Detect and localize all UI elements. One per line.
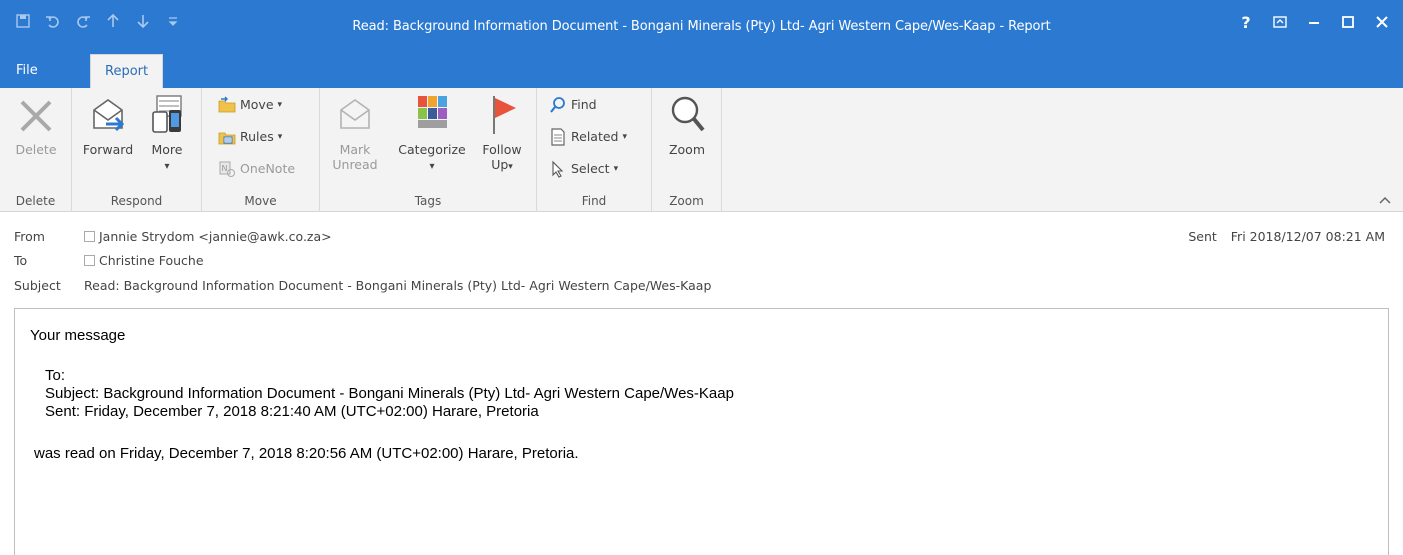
group-find: Find Related ▾ Select ▾ Find bbox=[537, 88, 652, 212]
tab-file[interactable]: File bbox=[2, 54, 52, 88]
categorize-icon bbox=[418, 96, 447, 128]
cursor-icon bbox=[552, 160, 564, 178]
group-zoom: Zoom Zoom bbox=[652, 88, 722, 212]
sent-label: Sent bbox=[1188, 229, 1217, 244]
body-subject-line: Subject: Background Information Document… bbox=[45, 385, 734, 402]
find-icon bbox=[550, 97, 565, 113]
group-label-respond: Respond bbox=[110, 194, 163, 208]
ribbon-display-icon bbox=[1273, 16, 1287, 28]
ribbon-tabs: File Report bbox=[0, 54, 1403, 88]
move-button[interactable]: Move ▾ bbox=[218, 92, 282, 118]
tab-report[interactable]: Report bbox=[90, 54, 164, 88]
collapse-ribbon-button[interactable] bbox=[1379, 193, 1391, 207]
group-tags: Mark Unread Categorize ▾ Follow Up▾ Tags bbox=[320, 88, 537, 212]
find-button[interactable]: Find bbox=[549, 92, 597, 118]
related-icon bbox=[551, 128, 565, 146]
group-label-find: Find bbox=[581, 194, 607, 208]
mark-unread-icon bbox=[340, 99, 370, 129]
more-respond-icon bbox=[152, 95, 182, 133]
group-move: Move ▾ Rules ▾ N OneNote Move bbox=[202, 88, 320, 212]
rules-icon bbox=[218, 132, 236, 145]
group-label-tags: Tags bbox=[414, 194, 442, 208]
window-controls: ? bbox=[1229, 8, 1399, 38]
to-label: To bbox=[14, 253, 28, 268]
rules-button[interactable]: Rules ▾ bbox=[218, 124, 282, 150]
subject-label: Subject bbox=[14, 278, 61, 293]
maximize-button[interactable] bbox=[1331, 8, 1365, 38]
body-your-message: Your message bbox=[30, 327, 126, 344]
mark-unread-button[interactable]: Mark Unread bbox=[330, 92, 380, 172]
more-respond-button[interactable]: More ▾ bbox=[142, 92, 192, 172]
body-to-line: To: bbox=[45, 367, 66, 384]
from-label: From bbox=[14, 229, 45, 244]
forward-button[interactable]: Forward bbox=[80, 92, 136, 157]
window-title: Read: Background Information Document - … bbox=[352, 19, 1051, 34]
move-folder-icon bbox=[218, 96, 236, 113]
group-label-zoom: Zoom bbox=[669, 194, 704, 208]
from-value[interactable]: Jannie Strydom <jannie@awk.co.za> bbox=[99, 229, 332, 244]
minimize-icon bbox=[1309, 22, 1319, 24]
flag-icon bbox=[493, 96, 516, 134]
forward-icon bbox=[93, 99, 125, 132]
categorize-button[interactable]: Categorize ▾ bbox=[394, 92, 470, 172]
related-button[interactable]: Related ▾ bbox=[549, 124, 627, 150]
ribbon-display-options-button[interactable] bbox=[1263, 8, 1297, 38]
maximize-icon bbox=[1342, 16, 1354, 28]
title-bar: Read: Background Information Document - … bbox=[0, 0, 1403, 54]
delete-button[interactable]: Delete bbox=[10, 92, 62, 157]
chevron-up-icon bbox=[1379, 196, 1391, 204]
sender-presence-icon bbox=[84, 231, 95, 242]
subject-row: Subject Read: Background Information Doc… bbox=[14, 278, 711, 293]
recipient-presence-icon bbox=[84, 255, 95, 266]
group-respond: Forward More ▾ Respond bbox=[72, 88, 202, 212]
message-body[interactable]: Your message To: Subject: Background Inf… bbox=[14, 308, 1389, 555]
to-value[interactable]: Christine Fouche bbox=[99, 253, 204, 268]
svg-text:N: N bbox=[222, 164, 228, 173]
group-label-delete: Delete bbox=[15, 194, 56, 208]
delete-icon bbox=[20, 100, 52, 132]
onenote-button[interactable]: N OneNote bbox=[218, 156, 295, 182]
zoom-button[interactable]: Zoom bbox=[660, 92, 714, 157]
message-header: From Jannie Strydom <jannie@awk.co.za> T… bbox=[0, 213, 1403, 305]
subject-value: Read: Background Information Document - … bbox=[84, 278, 712, 293]
to-row: To Christine Fouche bbox=[14, 253, 204, 268]
body-read-line: was read on Friday, December 7, 2018 8:2… bbox=[34, 445, 579, 462]
sent-info: Sent Fri 2018/12/07 08:21 AM bbox=[1188, 229, 1385, 244]
group-label-move: Move bbox=[244, 194, 277, 208]
help-button[interactable]: ? bbox=[1229, 8, 1263, 38]
follow-up-button[interactable]: Follow Up▾ bbox=[474, 92, 530, 172]
magnifier-icon bbox=[671, 96, 705, 132]
close-button[interactable] bbox=[1365, 8, 1399, 38]
from-row: From Jannie Strydom <jannie@awk.co.za> bbox=[14, 229, 332, 244]
onenote-icon: N bbox=[219, 161, 235, 177]
body-sent-line: Sent: Friday, December 7, 2018 8:21:40 A… bbox=[45, 403, 539, 420]
select-button[interactable]: Select ▾ bbox=[549, 156, 618, 182]
sent-value: Fri 2018/12/07 08:21 AM bbox=[1230, 229, 1385, 244]
group-delete: Delete Delete bbox=[0, 88, 72, 212]
ribbon: Delete Delete Forward More ▾ Respond Mov… bbox=[0, 88, 1403, 212]
minimize-button[interactable] bbox=[1297, 8, 1331, 38]
close-icon bbox=[1376, 16, 1388, 28]
